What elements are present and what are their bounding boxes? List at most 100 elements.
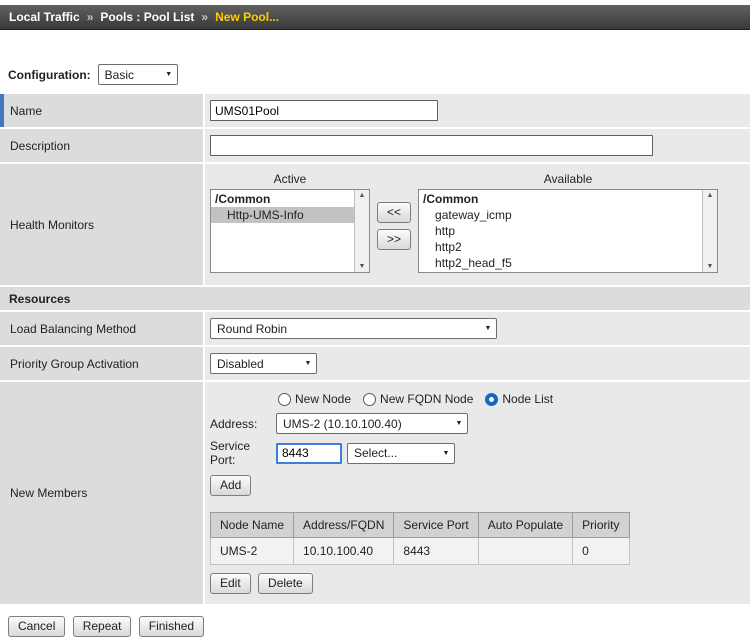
resources-section-title: Resources: [9, 292, 70, 306]
active-monitor-item[interactable]: Http-UMS-Info: [211, 207, 354, 223]
load-balancing-label: Load Balancing Method: [0, 312, 205, 345]
table-row[interactable]: UMS-2 10.10.100.40 8443 0: [211, 538, 630, 565]
description-input[interactable]: [210, 135, 653, 156]
repeat-button[interactable]: Repeat: [73, 616, 132, 637]
radio-new-fqdn-node[interactable]: New FQDN Node: [363, 392, 473, 406]
available-monitors-group: /Common: [419, 190, 702, 207]
active-listbox-scrollbar[interactable]: ▲ ▼: [354, 190, 369, 272]
health-monitors-label: Health Monitors: [0, 164, 205, 285]
breadcrumb: Local Traffic » Pools : Pool List » New …: [0, 5, 750, 30]
name-input[interactable]: [210, 100, 438, 121]
configuration-select[interactable]: Basic ▼: [98, 64, 178, 85]
move-to-available-button[interactable]: >>: [377, 229, 411, 250]
column-header: Address/FQDN: [294, 513, 394, 538]
cell-service-port: 8443: [394, 538, 478, 565]
new-members-label: New Members: [0, 382, 205, 604]
scroll-up-icon[interactable]: ▲: [359, 192, 366, 199]
new-members-label-text: New Members: [10, 486, 87, 500]
load-balancing-row: Load Balancing Method Round Robin ▼: [0, 312, 750, 347]
scroll-down-icon[interactable]: ▼: [707, 263, 714, 270]
members-table: Node Name Address/FQDN Service Port Auto…: [210, 512, 630, 565]
radio-icon: [363, 393, 376, 406]
column-header: Node Name: [211, 513, 294, 538]
priority-group-select[interactable]: Disabled ▼: [210, 353, 317, 374]
chevron-down-icon: ▼: [451, 420, 467, 427]
radio-label: New FQDN Node: [380, 392, 473, 406]
health-monitors-row: Health Monitors Active /Common Http-UMS-…: [0, 164, 750, 287]
service-select-value: Select...: [354, 446, 397, 460]
description-label: Description: [0, 129, 205, 162]
name-row: Name: [0, 94, 750, 129]
radio-node-list[interactable]: Node List: [485, 392, 553, 406]
available-monitors-title: Available: [418, 172, 718, 189]
priority-group-label: Priority Group Activation: [0, 347, 205, 380]
radio-new-node[interactable]: New Node: [278, 392, 351, 406]
active-monitors-column: Active /Common Http-UMS-Info ▲ ▼: [210, 172, 370, 273]
priority-group-select-value: Disabled: [217, 357, 264, 371]
column-header: Priority: [573, 513, 629, 538]
radio-label: New Node: [295, 392, 351, 406]
address-select-value: UMS-2 (10.10.100.40): [283, 417, 402, 431]
active-monitors-title: Active: [210, 172, 370, 189]
edit-button[interactable]: Edit: [210, 573, 251, 594]
monitor-move-buttons: << >>: [377, 202, 411, 250]
load-balancing-select[interactable]: Round Robin ▼: [210, 318, 497, 339]
available-monitors-listbox[interactable]: /Common gateway_icmp http http2 http2_he…: [418, 189, 718, 273]
active-monitors-listbox[interactable]: /Common Http-UMS-Info ▲ ▼: [210, 189, 370, 273]
scroll-up-icon[interactable]: ▲: [707, 192, 714, 199]
finished-button[interactable]: Finished: [139, 616, 204, 637]
active-monitors-group: /Common: [211, 190, 354, 207]
service-port-label: Service Port:: [210, 439, 276, 467]
cell-priority: 0: [573, 538, 629, 565]
available-monitor-item[interactable]: gateway_icmp: [419, 207, 702, 223]
available-listbox-scrollbar[interactable]: ▲ ▼: [702, 190, 717, 272]
chevron-down-icon: ▼: [300, 360, 316, 367]
available-monitor-item[interactable]: http2_head_f5: [419, 255, 702, 271]
cancel-button[interactable]: Cancel: [8, 616, 65, 637]
cell-auto-populate: [478, 538, 572, 565]
description-label-text: Description: [10, 139, 70, 153]
address-select[interactable]: UMS-2 (10.10.100.40) ▼: [276, 413, 468, 434]
priority-group-row: Priority Group Activation Disabled ▼: [0, 347, 750, 382]
address-line: Address: UMS-2 (10.10.100.40) ▼: [210, 413, 744, 434]
chevron-down-icon: ▼: [161, 71, 177, 78]
add-button[interactable]: Add: [210, 475, 251, 496]
priority-group-label-text: Priority Group Activation: [10, 357, 139, 371]
load-balancing-select-value: Round Robin: [217, 322, 287, 336]
available-monitors-column: Available /Common gateway_icmp http http…: [418, 172, 718, 273]
breadcrumb-pool-list[interactable]: Pools : Pool List: [100, 10, 194, 24]
breadcrumb-local-traffic[interactable]: Local Traffic: [9, 10, 80, 24]
description-row: Description: [0, 129, 750, 164]
service-port-line: Service Port: Select... ▼: [210, 439, 744, 467]
resources-section-header: Resources: [0, 287, 750, 312]
breadcrumb-new-pool: New Pool...: [215, 10, 279, 24]
breadcrumb-separator-icon: »: [87, 10, 94, 24]
column-header: Auto Populate: [478, 513, 572, 538]
cell-node-name: UMS-2: [211, 538, 294, 565]
footer-actions: Cancel Repeat Finished: [8, 616, 750, 637]
member-actions: Edit Delete: [210, 573, 744, 594]
column-header: Service Port: [394, 513, 478, 538]
configuration-row: Configuration: Basic ▼: [8, 64, 750, 85]
chevron-down-icon: ▼: [480, 325, 496, 332]
available-monitor-item[interactable]: http: [419, 223, 702, 239]
delete-button[interactable]: Delete: [258, 573, 313, 594]
health-monitors-label-text: Health Monitors: [10, 218, 94, 232]
radio-icon: [278, 393, 291, 406]
new-members-row: New Members New Node New FQDN Node Node …: [0, 382, 750, 606]
members-table-header-row: Node Name Address/FQDN Service Port Auto…: [211, 513, 630, 538]
name-label: Name: [0, 94, 205, 127]
configuration-select-value: Basic: [105, 68, 134, 82]
member-type-radios: New Node New FQDN Node Node List: [278, 392, 744, 406]
configuration-label: Configuration:: [8, 68, 91, 82]
pool-form: Name Description Health Monitors Active …: [0, 94, 750, 606]
scroll-down-icon[interactable]: ▼: [359, 263, 366, 270]
available-monitor-item[interactable]: http2: [419, 239, 702, 255]
service-select[interactable]: Select... ▼: [347, 443, 455, 464]
service-port-input[interactable]: [276, 443, 342, 464]
name-label-text: Name: [10, 104, 42, 118]
move-to-active-button[interactable]: <<: [377, 202, 411, 223]
load-balancing-label-text: Load Balancing Method: [10, 322, 136, 336]
radio-label: Node List: [502, 392, 553, 406]
cell-address: 10.10.100.40: [294, 538, 394, 565]
